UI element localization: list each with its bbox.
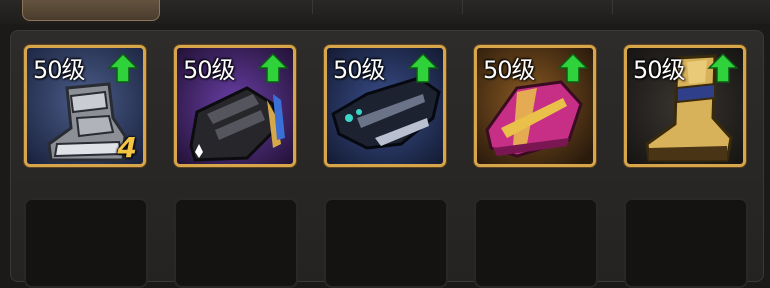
item-slot-5[interactable]: 50级 [624, 45, 746, 167]
tab-divider [612, 0, 613, 14]
empty-slot-2[interactable] [174, 198, 298, 288]
level-label: 50级 [333, 56, 386, 84]
tab-divider [312, 0, 313, 14]
upgrade-arrow-icon [707, 52, 739, 83]
item-slot-4[interactable]: 50级 [474, 45, 596, 167]
empty-slot-1[interactable] [24, 198, 148, 288]
level-label: 50级 [633, 56, 686, 84]
upgrade-arrow-icon [557, 52, 589, 83]
selected-tab[interactable] [22, 0, 160, 21]
empty-slot-3[interactable] [324, 198, 448, 288]
top-tab-strip [0, 0, 770, 24]
tab-divider [462, 0, 463, 14]
item-slot-3[interactable]: 50级 [324, 45, 446, 167]
upgrade-arrow-icon [257, 52, 289, 83]
item-slot-1[interactable]: 50级 4 [24, 45, 146, 167]
item-slot-2[interactable]: 50级 [174, 45, 296, 167]
level-label: 50级 [483, 56, 536, 84]
level-label: 50级 [183, 56, 236, 84]
empty-slot-5[interactable] [624, 198, 748, 288]
item-count: 4 [117, 131, 137, 164]
upgrade-arrow-icon [407, 52, 439, 83]
level-label: 50级 [33, 56, 86, 84]
empty-slot-4[interactable] [474, 198, 598, 288]
upgrade-arrow-icon [107, 52, 139, 83]
